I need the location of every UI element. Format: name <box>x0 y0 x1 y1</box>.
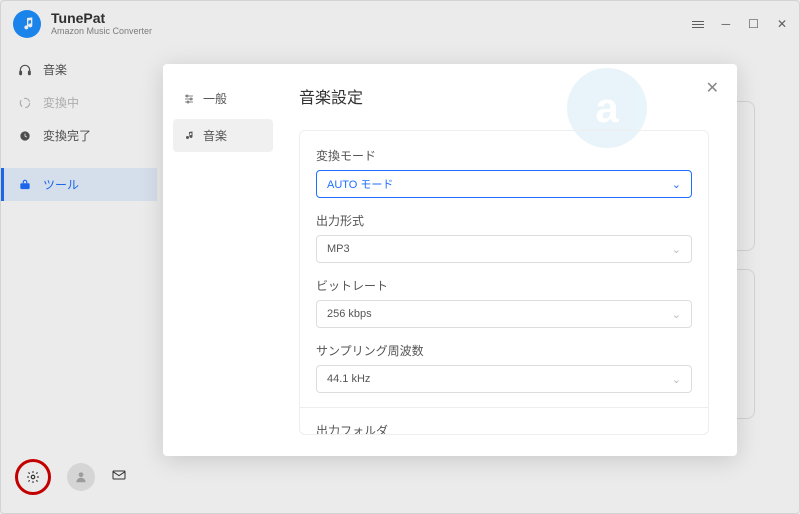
dialog-tab-music[interactable]: 音楽 <box>173 119 273 152</box>
field-output-format: 出力形式 MP3 ⌄ <box>316 212 692 263</box>
samplerate-select[interactable]: 44.1 kHz ⌄ <box>316 365 692 393</box>
dialog-body: a ✕ 音楽設定 変換モード AUTO モード ⌄ 出力形式 MP3 ⌄ ビット… <box>283 64 737 456</box>
dialog-tab-label: 音楽 <box>203 127 227 144</box>
field-label: ビットレート <box>316 277 692 294</box>
chevron-down-icon: ⌄ <box>672 373 681 386</box>
field-output-folder: 出力フォルダ C:\Users\yuyu\Documents\TunePat A… <box>316 422 692 435</box>
select-value: 256 kbps <box>327 308 372 320</box>
chevron-down-icon: ⌄ <box>672 178 681 191</box>
output-format-select[interactable]: MP3 ⌄ <box>316 235 692 263</box>
field-label: 変換モード <box>316 147 692 164</box>
divider <box>300 407 708 408</box>
settings-form: 変換モード AUTO モード ⌄ 出力形式 MP3 ⌄ ビットレート 256 k… <box>299 130 709 435</box>
chevron-down-icon: ⌄ <box>672 308 681 321</box>
field-label: 出力形式 <box>316 212 692 229</box>
select-value: 44.1 kHz <box>327 373 370 385</box>
field-bitrate: ビットレート 256 kbps ⌄ <box>316 277 692 328</box>
dialog-title: 音楽設定 <box>299 84 709 108</box>
music-note-icon <box>183 130 195 142</box>
dialog-close-button[interactable]: ✕ <box>706 78 719 98</box>
field-samplerate: サンプリング周波数 44.1 kHz ⌄ <box>316 342 692 393</box>
bitrate-select[interactable]: 256 kbps ⌄ <box>316 300 692 328</box>
dialog-tab-label: 一般 <box>203 90 227 107</box>
field-label: サンプリング周波数 <box>316 342 692 359</box>
chevron-down-icon: ⌄ <box>672 243 681 256</box>
select-value: MP3 <box>327 243 350 255</box>
field-label: 出力フォルダ <box>316 422 692 435</box>
conversion-mode-select[interactable]: AUTO モード ⌄ <box>316 170 692 198</box>
settings-dialog: 一般 音楽 a ✕ 音楽設定 変換モード AUTO モード ⌄ 出力形式 MP3… <box>163 64 737 456</box>
dialog-tab-general[interactable]: 一般 <box>173 82 273 115</box>
field-conversion-mode: 変換モード AUTO モード ⌄ <box>316 147 692 198</box>
sliders-icon <box>183 93 195 105</box>
dialog-sidebar: 一般 音楽 <box>163 64 283 456</box>
select-value: AUTO モード <box>327 176 393 192</box>
